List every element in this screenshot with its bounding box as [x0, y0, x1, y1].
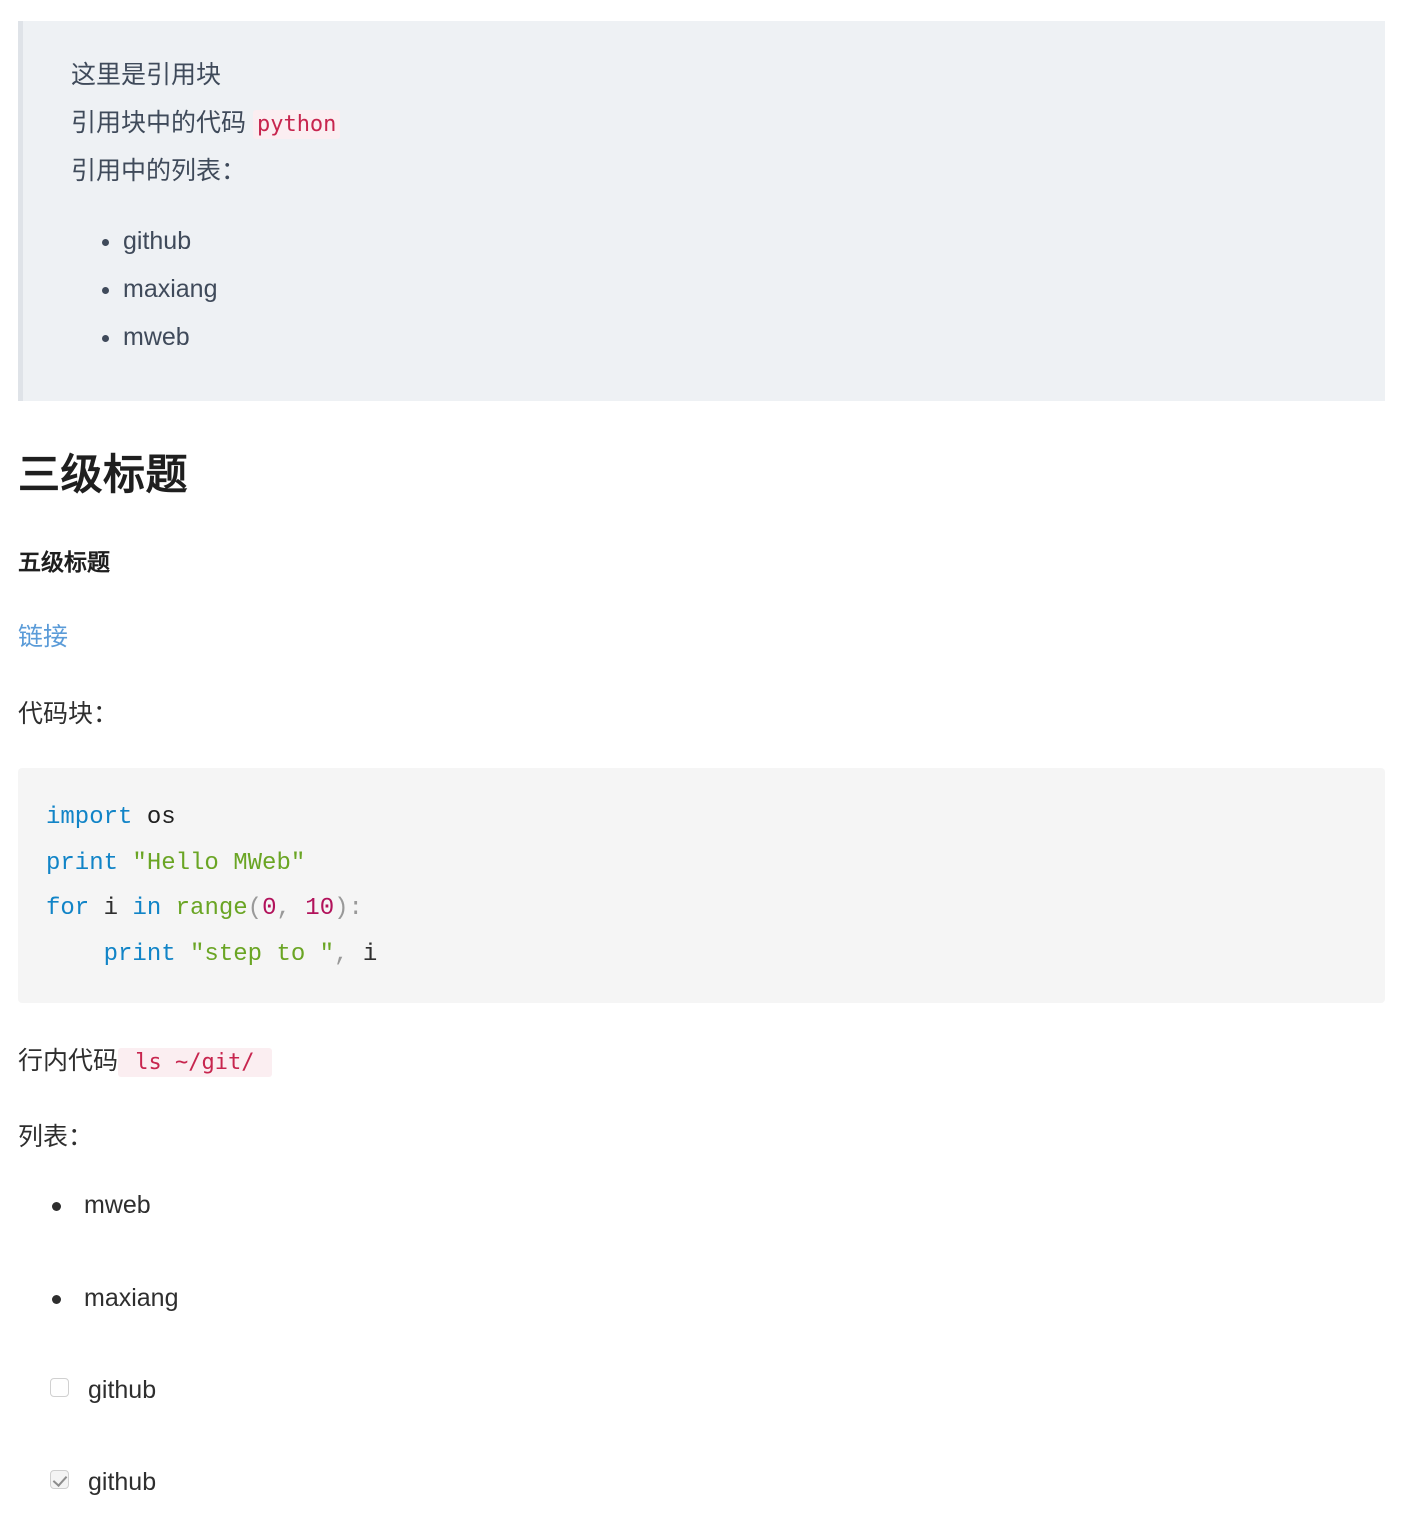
code-token: "step to ": [190, 941, 335, 969]
markdown-preview-page: 这里是引用块 引用块中的代码 python 引用中的列表： github max…: [0, 21, 1418, 1513]
task-list-item: github: [50, 1372, 1418, 1408]
link-paragraph: 链接: [18, 619, 1418, 655]
list-item-label: mweb: [84, 1191, 151, 1220]
code-token: os: [146, 803, 176, 831]
code-token: print: [46, 849, 119, 877]
code-token: in: [132, 895, 162, 923]
list-item: maxiang: [52, 1280, 1418, 1316]
code-token: range: [175, 895, 248, 923]
code-token: i: [89, 895, 133, 923]
hyperlink[interactable]: 链接: [18, 623, 68, 651]
code-token: 10: [305, 895, 335, 923]
code-block-label: 代码块：: [18, 699, 119, 728]
list-item-label: github: [88, 1375, 157, 1404]
code-token: ): [334, 895, 349, 923]
code-token: "Hello MWeb": [132, 849, 306, 877]
code-token: i: [348, 941, 378, 969]
code-token: import: [46, 803, 133, 831]
code-token: ,: [334, 941, 349, 969]
list-label: 列表：: [18, 1123, 94, 1152]
bottom-list: mweb maxiang github github: [0, 1187, 1418, 1500]
blockquote-line-1: 这里是引用块: [71, 61, 222, 89]
list-item: maxiang: [123, 265, 1385, 313]
code-token: (: [247, 895, 263, 923]
code-block-content: import os print "Hello MWeb" for i in ra…: [46, 804, 377, 968]
code-token: :: [348, 895, 363, 923]
heading-level-5: 五级标题: [18, 548, 110, 575]
inline-code-python: python: [252, 110, 341, 139]
blockquote-line-3: 引用中的列表：: [71, 157, 247, 185]
code-token: 0: [262, 895, 277, 923]
inline-code-label: 行内代码: [18, 1046, 119, 1075]
heading-level-3: 三级标题: [18, 451, 189, 498]
list-item: mweb: [123, 313, 1385, 361]
checkbox-unchecked-icon[interactable]: [50, 1377, 69, 1397]
blockquote: 这里是引用块 引用块中的代码 python 引用中的列表： github max…: [18, 21, 1385, 401]
code-token: print: [103, 941, 176, 969]
list-item: mweb: [52, 1187, 1418, 1223]
blockquote-paragraph: 这里是引用块 引用块中的代码 python 引用中的列表：: [71, 51, 1385, 195]
inline-code-paragraph: 行内代码 ls ~/git/: [18, 1043, 1418, 1079]
code-token: ,: [276, 895, 306, 923]
task-list-item: github: [50, 1464, 1418, 1500]
bottom-spacer: [0, 1500, 1418, 1513]
code-block: import os print "Hello MWeb" for i in ra…: [18, 767, 1385, 1003]
list-item-label: maxiang: [84, 1283, 179, 1312]
checkbox-checked-icon[interactable]: [50, 1470, 69, 1490]
inline-code-command: ls ~/git/: [118, 1047, 272, 1077]
list-item: github: [123, 217, 1385, 265]
code-token: for: [46, 895, 90, 923]
blockquote-line-2: 引用块中的代码: [71, 109, 253, 137]
blockquote-list: github maxiang mweb: [71, 217, 1385, 361]
